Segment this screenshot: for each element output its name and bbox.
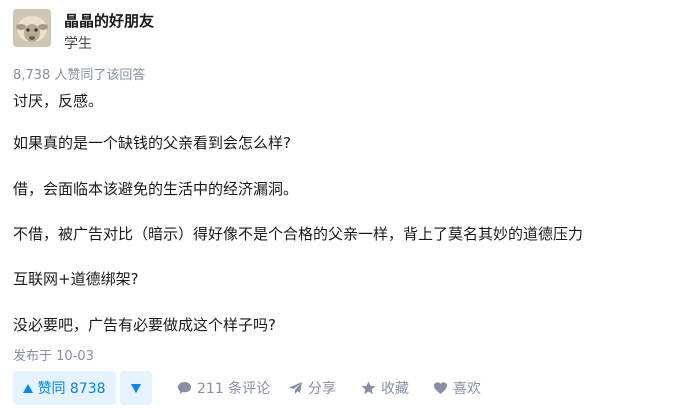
paper-plane-icon [288, 381, 303, 395]
triangle-down-icon [131, 383, 141, 393]
answer-paragraph: 互联网+道德绑架? [13, 270, 139, 288]
star-icon [361, 381, 376, 395]
like-button[interactable]: 喜欢 [433, 371, 481, 405]
share-label: 分享 [308, 381, 336, 397]
author-bio: 学生 [64, 36, 92, 52]
vote-count-summary: 8,738 人赞同了该回答 [13, 68, 146, 83]
collect-label: 收藏 [381, 381, 409, 397]
answer-paragraph: 借，会面临本该避免的生活中的经济漏洞。 [13, 180, 299, 198]
author-avatar[interactable] [13, 9, 51, 47]
answer-paragraph: 如果真的是一个缺钱的父亲看到会怎么样? [13, 134, 291, 152]
share-button[interactable]: 分享 [288, 371, 336, 405]
answer-paragraph: 讨厌，反感。 [13, 92, 104, 110]
comment-bubble-icon [177, 381, 192, 395]
comment-button[interactable]: 211 条评论 [177, 371, 270, 405]
sheep-avatar-image [13, 9, 51, 47]
like-label: 喜欢 [453, 381, 481, 397]
publish-time[interactable]: 发布于 10-03 [13, 345, 94, 364]
vote-up-button[interactable]: 赞同 8738 [13, 371, 116, 405]
comment-label: 211 条评论 [197, 381, 271, 397]
heart-icon [433, 381, 448, 395]
vote-up-label: 赞同 8738 [37, 381, 106, 397]
answer-paragraph: 没必要吧，广告有必要做成这个样子吗? [13, 316, 276, 334]
author-name[interactable]: 晶晶的好朋友 [64, 10, 154, 31]
triangle-up-icon [23, 383, 34, 393]
collect-button[interactable]: 收藏 [361, 371, 409, 405]
vote-down-button[interactable] [120, 371, 152, 405]
answer-paragraph: 不借，被广告对比（暗示）得好像不是个合格的父亲一样，背上了莫名其妙的道德压力 [13, 225, 584, 243]
